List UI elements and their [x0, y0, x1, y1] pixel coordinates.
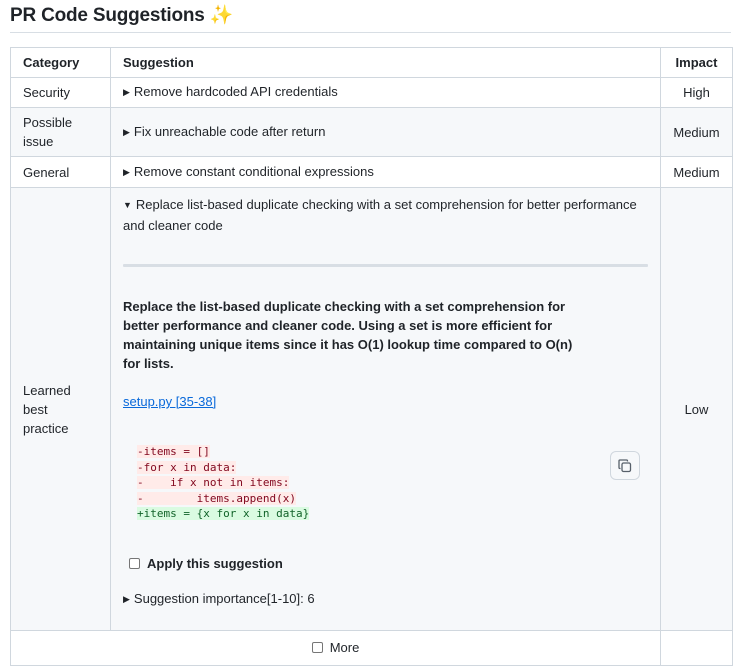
checkbox-icon[interactable]: [129, 558, 140, 569]
row-suggestion-text: Remove constant conditional expressions: [133, 163, 374, 179]
checkbox-icon[interactable]: [311, 642, 323, 653]
header-suggestion: Suggestion: [110, 47, 661, 78]
diff-line-deletion: - items.append(x): [137, 491, 296, 505]
title-divider: [10, 32, 731, 33]
expanded-summary[interactable]: ▼ Replace list-based duplicate checking w…: [123, 195, 648, 235]
code-diff-block: -items = [] -for x in data: - if x not i…: [123, 432, 648, 542]
table-row-more: More: [10, 630, 733, 666]
table-row-expanded: Learned best practice ▼ Replace list-base…: [10, 187, 733, 631]
row-suggestion-summary[interactable]: ▶ Remove hardcoded API credentials: [110, 77, 661, 108]
empty-cell: [660, 630, 733, 666]
triangle-right-icon: ▶: [123, 594, 130, 604]
triangle-down-icon: ▼: [123, 200, 132, 210]
diff-line-addition: +items = {x for x in data}: [137, 507, 310, 520]
page-title-text: PR Code Suggestions: [10, 5, 205, 26]
table-row: Security ▶ Remove hardcoded API credentia…: [10, 77, 733, 108]
row-category: Security: [10, 77, 111, 108]
suggestions-table: Category Suggestion Impact Security ▶ Rem…: [10, 47, 733, 666]
diff-line-deletion: -for x in data:: [137, 460, 237, 474]
file-link[interactable]: setup.py [35-38]: [123, 392, 216, 411]
header-impact: Impact: [660, 47, 733, 78]
more-cell: More: [10, 630, 661, 666]
triangle-right-icon: ▶: [123, 87, 130, 97]
row-impact: High: [660, 77, 733, 108]
suggestion-description: Replace the list-based duplicate checkin…: [123, 299, 573, 371]
expanded-summary-text: Replace list-based duplicate checking wi…: [123, 197, 637, 233]
triangle-right-icon: ▶: [123, 166, 130, 177]
table-row: General ▶ Remove constant conditional exp…: [10, 156, 733, 188]
row-suggestion-text: Fix unreachable code after return: [133, 123, 326, 139]
expanded-suggestion-cell: ▼ Replace list-based duplicate checking w…: [110, 187, 661, 631]
pr-suggestions-page: PR Code Suggestions ✨ Category Suggestio…: [0, 0, 741, 666]
diff-line-deletion: -items = []: [137, 445, 210, 458]
row-impact: Medium: [660, 107, 733, 157]
diff-line-deletion: - if x not in items:: [137, 476, 290, 489]
copy-button[interactable]: [610, 451, 640, 480]
apply-suggestion-checkbox[interactable]: Apply this suggestion: [123, 554, 648, 573]
more-checkbox[interactable]: More: [311, 638, 360, 657]
table-header-row: Category Suggestion Impact: [10, 47, 733, 78]
header-category: Category: [10, 47, 111, 78]
table-row: Possible issue ▶ Fix unreachable code aft…: [10, 107, 733, 157]
code-diff: -items = [] -for x in data: - if x not i…: [123, 444, 310, 522]
row-suggestion-summary[interactable]: ▶ Remove constant conditional expressions: [110, 156, 661, 188]
page-title: PR Code Suggestions ✨: [10, 0, 233, 32]
row-impact: Medium: [660, 156, 733, 188]
row-suggestion-text: Remove hardcoded API credentials: [133, 84, 338, 99]
row-category: General: [10, 156, 111, 188]
sparkles-icon: ✨: [209, 5, 234, 26]
copy-icon: [618, 458, 632, 472]
row-impact: Low: [660, 187, 733, 631]
more-label: More: [329, 640, 360, 655]
row-category: Learned best practice: [10, 187, 111, 631]
row-suggestion-summary[interactable]: ▶ Fix unreachable code after return: [110, 107, 661, 157]
triangle-right-icon: ▶: [123, 126, 130, 137]
details-divider: [123, 264, 648, 267]
apply-suggestion-label: Apply this suggestion: [147, 556, 283, 571]
row-category: Possible issue: [10, 107, 111, 157]
importance-text: Suggestion importance[1-10]: 6: [133, 591, 315, 606]
